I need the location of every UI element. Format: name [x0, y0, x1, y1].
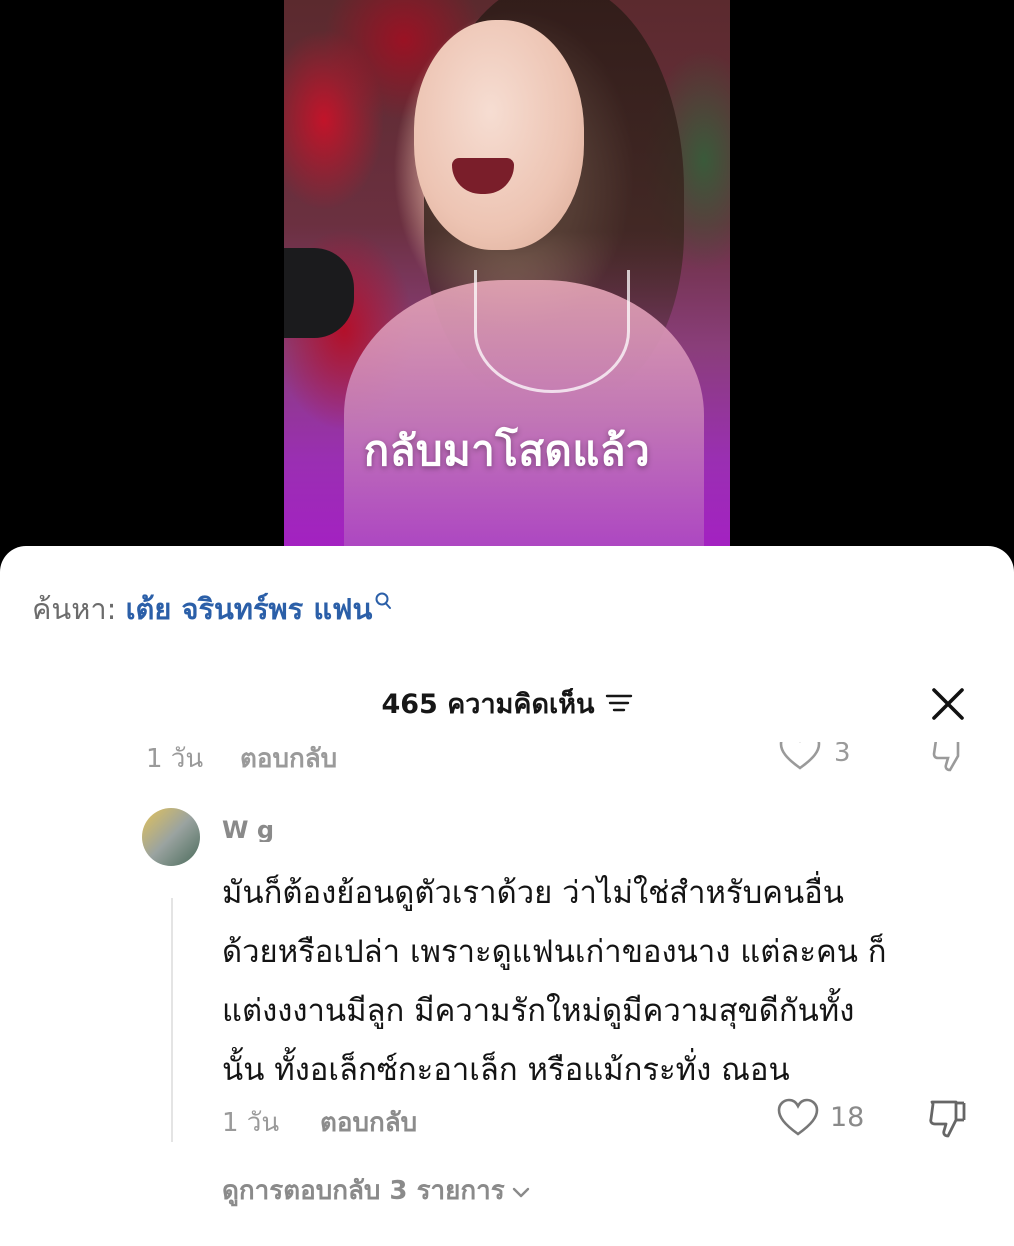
video-frame-face [414, 20, 584, 250]
heart-icon[interactable] [776, 1098, 820, 1138]
comment-time: 1 วัน [222, 1108, 280, 1138]
comments-sheet: ค้นหา: เต้ย จรินทร์พร แฟน 465 ความคิดเห็… [0, 546, 1014, 1246]
thread-line [171, 898, 173, 1142]
video-frame-necklace [474, 270, 630, 393]
previous-comment-dislike-icon[interactable] [930, 742, 970, 772]
like-count: 18 [830, 1102, 865, 1133]
previous-comment-heart-icon[interactable] [778, 742, 822, 772]
search-query-link[interactable]: เต้ย จรินทร์พร แฟน [126, 592, 373, 626]
comment-line: มันก็ต้องย้อนดูตัวเราด้วย ว่าไม่ใช่สำหรั… [222, 875, 844, 911]
dislike-icon[interactable] [926, 1098, 970, 1140]
view-replies-label: ดูการตอบกลับ 3 รายการ [222, 1176, 505, 1206]
view-replies-button[interactable]: ดูการตอบกลับ 3 รายการ [222, 1170, 531, 1211]
comments-header: 465 ความคิดเห็น [0, 682, 1014, 725]
comment-line: ด้วยหรือเปล่า เพราะดูแฟนเก่าของนาง แต่ละ… [222, 934, 887, 970]
comment-meta: 1 วัน ตอบกลับ [222, 1102, 417, 1143]
previous-comment-meta: 1 วัน ตอบกลับ 3 [0, 742, 1014, 772]
video-player[interactable]: กลับมาโสดแล้ว [284, 0, 730, 560]
comment-line: นั้น ทั้งอเล็กซ์กะอาเล็ก หรือแม้กระทั่ง … [222, 1052, 790, 1088]
chevron-down-icon [511, 1177, 531, 1207]
comments-count-title: 465 ความคิดเห็น [381, 689, 595, 720]
search-prefix: ค้นหา: [32, 592, 117, 626]
video-caption: กลับมาโสดแล้ว [363, 426, 651, 475]
avatar[interactable] [142, 808, 200, 866]
search-icon [374, 586, 392, 620]
comment-username[interactable]: W g [222, 816, 542, 842]
comment-line: แต่งงงานมีลูก มีความรักใหม่ดูมีความสุขดี… [222, 993, 855, 1029]
previous-comment-time: 1 วัน [146, 744, 204, 772]
comment-body: มันก็ต้องย้อนดูตัวเราด้วย ว่าไม่ใช่สำหรั… [222, 864, 1002, 1100]
search-suggestion[interactable]: ค้นหา: เต้ย จรินทร์พร แฟน [32, 586, 392, 632]
close-icon[interactable] [928, 684, 968, 724]
filter-icon[interactable] [605, 690, 633, 721]
reply-button[interactable]: ตอบกลับ [320, 1102, 417, 1143]
previous-comment-like-count: 3 [834, 742, 851, 768]
video-frame-microphone [284, 248, 354, 338]
previous-comment-reply-button[interactable]: ตอบกลับ [240, 742, 337, 772]
